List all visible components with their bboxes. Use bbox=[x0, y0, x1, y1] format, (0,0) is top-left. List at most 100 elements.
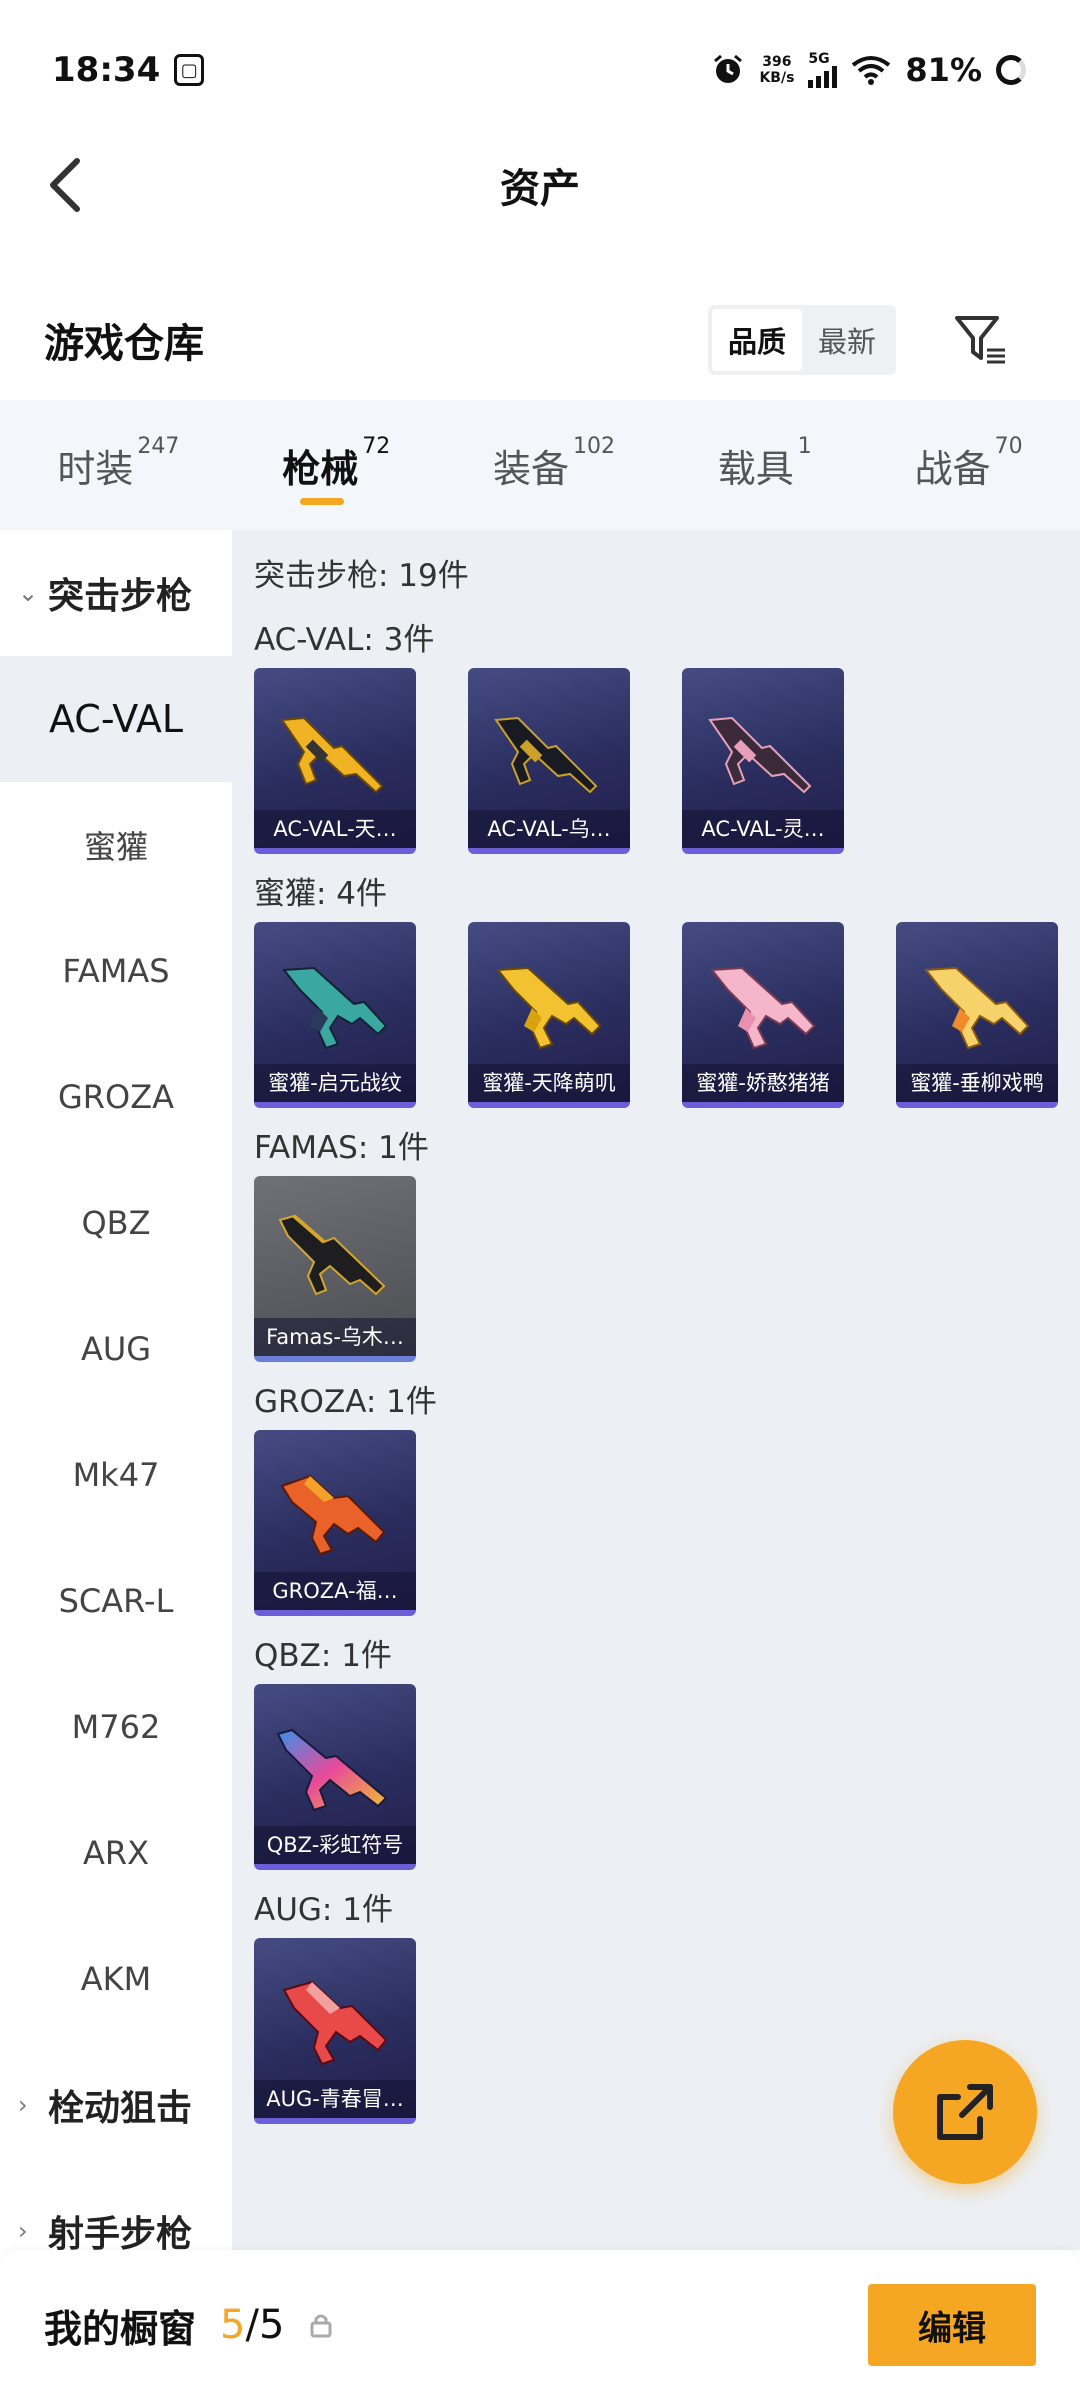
weapon-card[interactable]: AC-VAL-乌… bbox=[468, 668, 630, 854]
weapon-card[interactable]: 蜜獾-天降萌叽 bbox=[468, 922, 630, 1108]
weapon-card-name: AC-VAL-天… bbox=[254, 810, 416, 848]
weapon-card-name: AC-VAL-乌… bbox=[468, 810, 630, 848]
sidebar-item-scar-l[interactable]: SCAR-L bbox=[0, 1538, 232, 1664]
sim-card-icon: ▢ bbox=[174, 54, 205, 86]
wifi-icon bbox=[852, 56, 891, 85]
weapon-card[interactable]: AUG-青春冒… bbox=[254, 1938, 416, 2124]
filter-button[interactable] bbox=[946, 305, 1016, 375]
status-bar: 18:34 ▢ 396 KB/s 5G 81% bbox=[0, 0, 1080, 140]
sidebar-group-label: 突击步枪 bbox=[48, 576, 193, 617]
tab-count: 1 bbox=[797, 433, 812, 459]
sort-quality-button[interactable]: 品质 bbox=[711, 309, 802, 371]
rifle-ebony-icon bbox=[278, 1214, 386, 1296]
weapon-card-name: AC-VAL-灵… bbox=[682, 810, 844, 848]
showcase-count: 5/5 bbox=[220, 2302, 284, 2348]
showcase-title: 我的橱窗 bbox=[44, 2306, 197, 2351]
section-grid: Famas-乌木… bbox=[254, 1176, 1080, 1362]
status-left: 18:34 ▢ bbox=[52, 50, 205, 90]
weapon-card[interactable]: QBZ-彩虹符号 bbox=[254, 1684, 416, 1870]
tab-count: 102 bbox=[573, 433, 615, 459]
tab-equipment[interactable]: 装备 102 bbox=[483, 410, 625, 521]
sidebar-item-famas[interactable]: FAMAS bbox=[0, 908, 232, 1034]
smg-teal-icon bbox=[282, 966, 388, 1050]
battery-percent: 81% bbox=[905, 51, 982, 89]
total-count-label: 突击步枪: 19件 bbox=[254, 558, 469, 594]
section-grid: GROZA-福… bbox=[254, 1430, 1080, 1616]
sidebar-item-mk47[interactable]: Mk47 bbox=[0, 1412, 232, 1538]
weapon-card-name: 蜜獾-天降萌叽 bbox=[468, 1064, 630, 1102]
weapon-card[interactable]: 蜜獾-启元战纹 bbox=[254, 922, 416, 1108]
sidebar-group-bolt-action[interactable]: › 栓动狙击 bbox=[0, 2042, 232, 2168]
net-speed-value: 396 bbox=[762, 54, 792, 70]
warehouse-title: 游戏仓库 bbox=[44, 321, 204, 367]
weapon-type-sidebar: ⌄ 突击步枪 AC-VAL 蜜獾 FAMAS GROZA QBZ AUG Mk4… bbox=[0, 530, 232, 2255]
showcase-slash: / bbox=[245, 2302, 259, 2348]
weapon-card-name: QBZ-彩虹符号 bbox=[254, 1826, 416, 1864]
section-label-aug: AUG: 1件 bbox=[254, 1892, 393, 1928]
weapon-card[interactable]: GROZA-福… bbox=[254, 1430, 416, 1616]
sidebar-group-label: 栓动狙击 bbox=[48, 2088, 193, 2129]
edit-button[interactable]: 编辑 bbox=[868, 2284, 1036, 2366]
status-right: 396 KB/s 5G 81% bbox=[711, 51, 1026, 89]
signal-bars-icon bbox=[808, 66, 838, 88]
sidebar-item-qbz[interactable]: QBZ bbox=[0, 1160, 232, 1286]
tab-count: 247 bbox=[137, 433, 180, 459]
weapon-card-name: 蜜獾-娇憨猪猪 bbox=[682, 1064, 844, 1102]
weapon-card-name: GROZA-福… bbox=[254, 1572, 416, 1610]
sidebar-item-m762[interactable]: M762 bbox=[0, 1664, 232, 1790]
weapon-card[interactable]: 蜜獾-娇憨猪猪 bbox=[682, 922, 844, 1108]
tab-active-indicator bbox=[300, 497, 345, 505]
rifle-black-icon bbox=[494, 716, 598, 794]
tab-label: 载具 bbox=[717, 446, 794, 491]
section-grid: QBZ-彩虹符号 bbox=[254, 1684, 1080, 1870]
sidebar-item-groza[interactable]: GROZA bbox=[0, 1034, 232, 1160]
weapon-card-name: Famas-乌木… bbox=[254, 1318, 416, 1356]
rifle-rainbow-icon bbox=[276, 1728, 388, 1812]
rifle-orange-icon bbox=[280, 1474, 386, 1556]
sidebar-item-arx[interactable]: ARX bbox=[0, 1790, 232, 1916]
smg-yellow-icon bbox=[924, 966, 1030, 1050]
category-tabs: 时装 247 枪械 72 装备 102 载具 1 战备 70 bbox=[0, 400, 1080, 530]
smg-pink-icon bbox=[710, 966, 816, 1050]
net-speed-unit: KB/s bbox=[759, 70, 795, 86]
status-time: 18:34 bbox=[52, 50, 161, 90]
tab-vehicles[interactable]: 载具 1 bbox=[708, 410, 822, 521]
smg-gold-icon bbox=[496, 966, 602, 1050]
sidebar-item-akm[interactable]: AKM bbox=[0, 1916, 232, 2042]
alarm-icon bbox=[714, 54, 743, 83]
tab-fashion[interactable]: 时装 247 bbox=[47, 410, 189, 521]
sidebar-item-aug[interactable]: AUG bbox=[0, 1286, 232, 1412]
lock-icon bbox=[310, 2314, 332, 2338]
tab-supplies[interactable]: 战备 70 bbox=[905, 410, 1033, 521]
sort-toggle: 品质 最新 bbox=[707, 305, 896, 375]
sidebar-item-ac-val[interactable]: AC-VAL bbox=[0, 656, 232, 782]
tab-firearms[interactable]: 枪械 72 bbox=[272, 410, 400, 521]
tab-label: 枪械 bbox=[282, 446, 359, 491]
rifle-gold-icon bbox=[280, 716, 384, 794]
weapon-card[interactable]: Famas-乌木… bbox=[254, 1176, 416, 1362]
back-chevron-icon bbox=[50, 158, 80, 212]
weapon-card[interactable]: AC-VAL-灵… bbox=[682, 668, 844, 854]
chevron-right-icon: › bbox=[18, 2091, 28, 2119]
weapon-card-name: 蜜獾-启元战纹 bbox=[254, 1064, 416, 1102]
sort-newest-button[interactable]: 最新 bbox=[802, 309, 892, 371]
weapon-card[interactable]: AC-VAL-天… bbox=[254, 668, 416, 854]
tab-count: 72 bbox=[362, 433, 391, 459]
chevron-down-icon: ⌄ bbox=[18, 579, 39, 607]
tab-label: 时装 bbox=[57, 446, 134, 491]
weapon-content: 突击步枪: 19件 AC-VAL: 3件 AC-VAL-天… AC-VAL-乌…… bbox=[232, 530, 1080, 2250]
chevron-right-icon: › bbox=[18, 2217, 28, 2245]
share-export-icon bbox=[937, 2084, 993, 2140]
sidebar-item-honey-badger[interactable]: 蜜獾 bbox=[0, 782, 232, 908]
section-label-ac-val: AC-VAL: 3件 bbox=[254, 622, 435, 658]
section-grid: AC-VAL-天… AC-VAL-乌… AC-VAL-灵… bbox=[254, 668, 1080, 854]
back-button[interactable] bbox=[30, 150, 100, 220]
section-label-honey-badger: 蜜獾: 4件 bbox=[254, 876, 388, 912]
battery-icon bbox=[996, 55, 1026, 85]
weapon-card[interactable]: 蜜獾-垂柳戏鸭 bbox=[896, 922, 1058, 1108]
section-label-famas: FAMAS: 1件 bbox=[254, 1130, 429, 1166]
share-button[interactable] bbox=[893, 2040, 1037, 2184]
sidebar-group-assault-rifles[interactable]: ⌄ 突击步枪 bbox=[0, 530, 232, 656]
weapon-card-name: AUG-青春冒… bbox=[254, 2080, 416, 2118]
section-label-qbz: QBZ: 1件 bbox=[254, 1638, 392, 1674]
